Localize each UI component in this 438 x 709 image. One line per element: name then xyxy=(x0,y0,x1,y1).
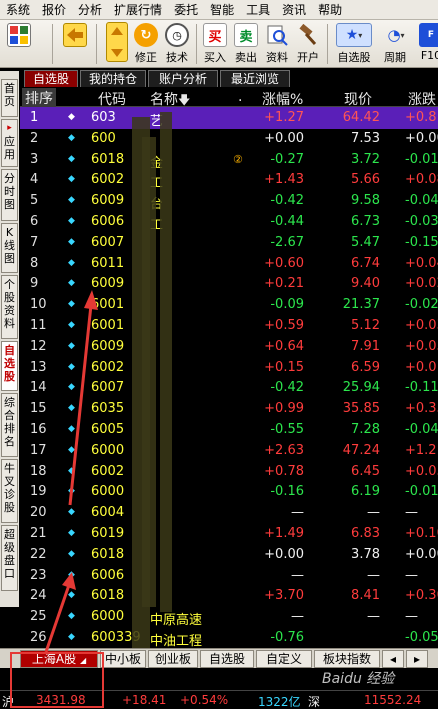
annotation-arrows xyxy=(44,290,98,653)
